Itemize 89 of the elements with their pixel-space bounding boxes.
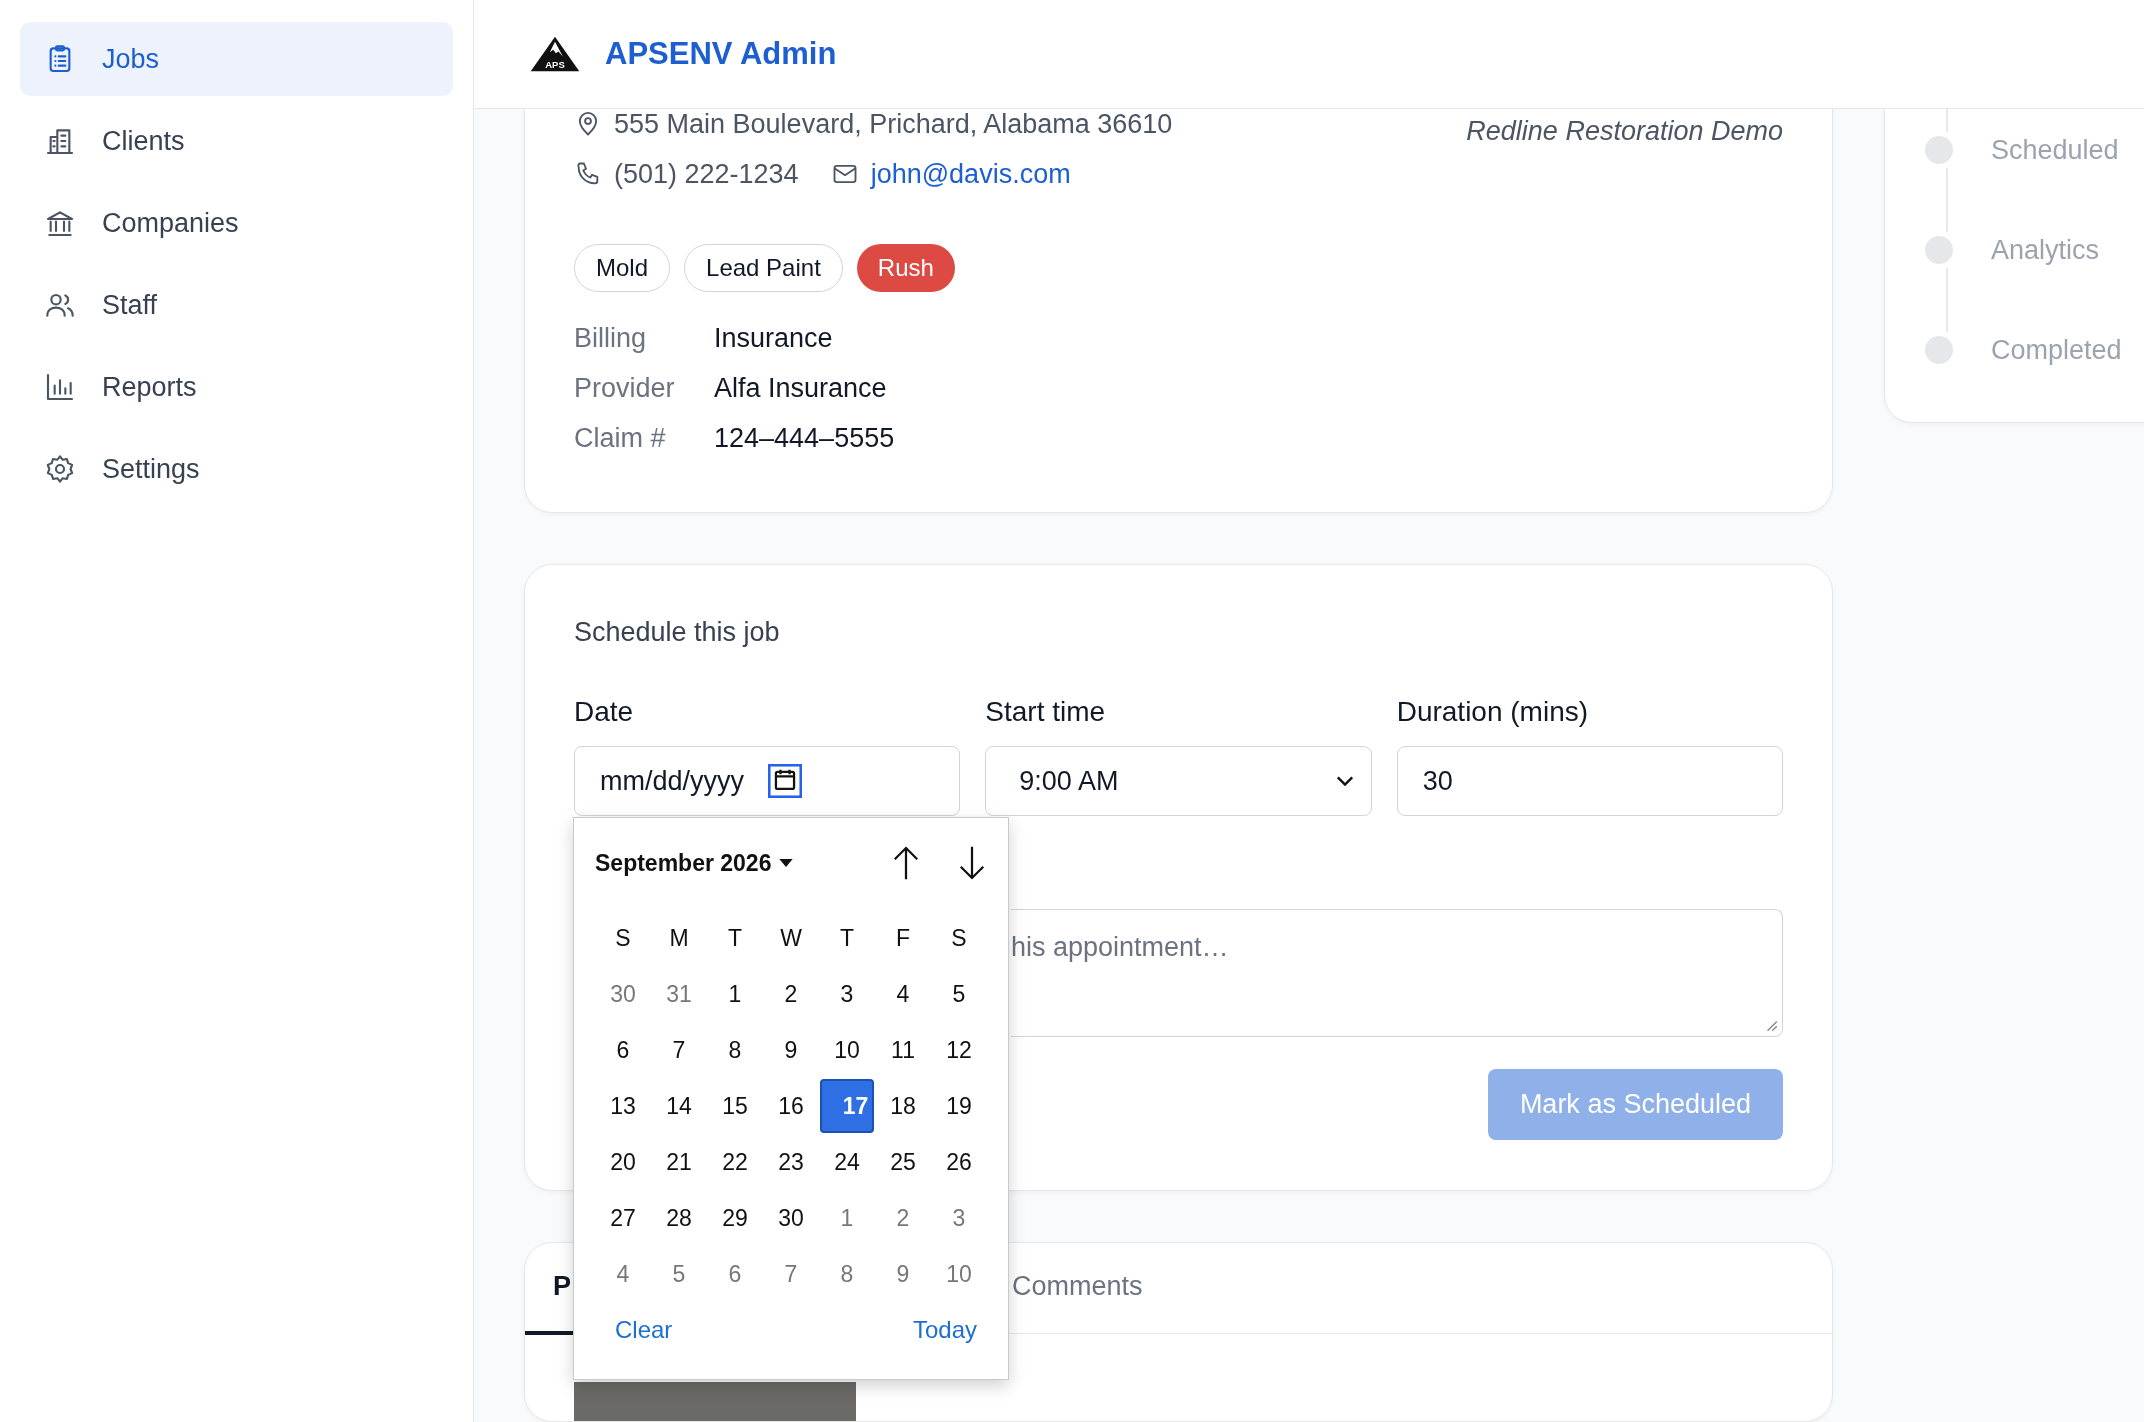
calendar-day[interactable]: 7 — [651, 1022, 707, 1078]
calendar-day[interactable]: 27 — [595, 1190, 651, 1246]
calendar-icon[interactable] — [768, 764, 803, 798]
calendar-day[interactable]: 23 — [763, 1134, 819, 1190]
tag: Rush — [856, 244, 955, 292]
nav-item[interactable]: Settings — [20, 432, 453, 506]
step-label: Analytics — [1991, 234, 2100, 266]
clear-button[interactable]: Clear — [615, 1316, 673, 1344]
calendar-day[interactable]: 19 — [931, 1078, 987, 1134]
calendar-day[interactable]: 8 — [819, 1246, 875, 1302]
nav-item[interactable]: Reports — [20, 350, 453, 424]
calendar-day[interactable]: 31 — [651, 966, 707, 1022]
detail-label: Billing — [574, 322, 648, 355]
calendar-day[interactable]: 3 — [931, 1190, 987, 1246]
detail-value: 124–444–5555 — [714, 422, 896, 455]
weekday-label: S — [950, 923, 968, 953]
calendar-day[interactable]: 9 — [763, 1022, 819, 1078]
email-link[interactable]: john@davis.com — [870, 158, 1071, 190]
calendar-day[interactable]: 15 — [707, 1078, 763, 1134]
calendar-day[interactable]: 13 — [595, 1078, 651, 1134]
weekday-label: T — [838, 923, 856, 953]
calendar-day[interactable]: 2 — [875, 1190, 931, 1246]
step-label: Completed — [1991, 334, 2122, 366]
calendar-day[interactable]: 1 — [819, 1190, 875, 1246]
bar-chart-icon — [44, 371, 76, 403]
field-label: Start time — [985, 696, 1107, 728]
chevron-down-icon — [1334, 775, 1355, 787]
time-select[interactable]: 9:00 AM — [985, 746, 1372, 816]
weekday-label: T — [726, 923, 744, 953]
resize-handle-icon[interactable] — [1764, 1018, 1778, 1032]
calendar-day[interactable]: 2 — [763, 966, 819, 1022]
detail-label: Provider — [574, 372, 676, 405]
weekday-label: F — [894, 923, 912, 953]
detail-value: Alfa Insurance — [714, 372, 888, 405]
today-button[interactable]: Today — [912, 1316, 977, 1344]
calendar-day[interactable]: 30 — [763, 1190, 819, 1246]
calendar-day[interactable]: 30 — [595, 966, 651, 1022]
detail-label: Claim # — [574, 422, 667, 455]
company-name: Redline Restoration Demo — [1466, 116, 1783, 148]
caret-icon — [779, 859, 794, 867]
nav-item[interactable]: Companies — [20, 186, 453, 260]
calendar-day[interactable]: 18 — [875, 1078, 931, 1134]
notes-field[interactable]: his appointment… — [1011, 909, 1783, 1037]
calendar-day[interactable]: 6 — [595, 1022, 651, 1078]
date-field[interactable]: mm/dd/yyyy — [574, 746, 961, 816]
calendar-day[interactable]: 28 — [651, 1190, 707, 1246]
calendar-day[interactable]: 11 — [875, 1022, 931, 1078]
app-title: APSENV Admin — [605, 36, 837, 72]
calendar-day[interactable]: 8 — [707, 1022, 763, 1078]
calendar-day[interactable]: 14 — [651, 1078, 707, 1134]
settings-icon — [44, 453, 76, 485]
arrow-up-icon[interactable] — [891, 844, 921, 882]
phone-text: (501) 222-1234 — [614, 158, 799, 190]
calendar-day[interactable]: 4 — [875, 966, 931, 1022]
calendar-day[interactable]: 17 — [820, 1079, 874, 1133]
calendar-day[interactable]: 1 — [707, 966, 763, 1022]
calendar-day[interactable]: 16 — [763, 1078, 819, 1134]
calendar-day[interactable]: 5 — [931, 966, 987, 1022]
weekday-label: M — [668, 923, 690, 953]
arrow-down-icon[interactable] — [957, 844, 987, 882]
nav-item[interactable]: Staff — [20, 268, 453, 342]
calendar-day[interactable]: 24 — [819, 1134, 875, 1190]
calendar-day[interactable]: 6 — [707, 1246, 763, 1302]
field-label: Duration (mins) — [1396, 696, 1590, 728]
section-title: Schedule this job — [574, 617, 781, 648]
calendar-day[interactable]: 9 — [875, 1246, 931, 1302]
calendar-day[interactable]: 10 — [819, 1022, 875, 1078]
step-label: Scheduled — [1991, 134, 2119, 166]
calendar-day[interactable]: 25 — [875, 1134, 931, 1190]
calendar-day[interactable]: 26 — [931, 1134, 987, 1190]
detail-value: Insurance — [714, 322, 834, 355]
weekday-label: W — [779, 923, 803, 953]
month-dropdown[interactable]: September 2026 — [595, 849, 794, 877]
calendar-day[interactable]: 22 — [707, 1134, 763, 1190]
tab[interactable]: P — [525, 1243, 574, 1335]
calendar-day[interactable]: 4 — [595, 1246, 651, 1302]
duration-field[interactable]: 30 — [1396, 746, 1783, 816]
field-label: Date — [574, 696, 635, 728]
nav-item[interactable]: Clients — [20, 104, 453, 178]
calendar-day[interactable]: 3 — [819, 966, 875, 1022]
calendar-day[interactable]: 20 — [595, 1134, 651, 1190]
calendar-day[interactable]: 12 — [931, 1022, 987, 1078]
calendar-day[interactable]: 29 — [707, 1190, 763, 1246]
nav-item[interactable]: Jobs — [20, 22, 453, 96]
calendar-day[interactable]: 5 — [651, 1246, 707, 1302]
calendar-day[interactable]: 7 — [763, 1246, 819, 1302]
address-text: 555 Main Boulevard, Prichard, Alabama 36610 — [614, 109, 1173, 140]
weekday-label: S — [614, 923, 632, 953]
calendar-day[interactable]: 21 — [651, 1134, 707, 1190]
